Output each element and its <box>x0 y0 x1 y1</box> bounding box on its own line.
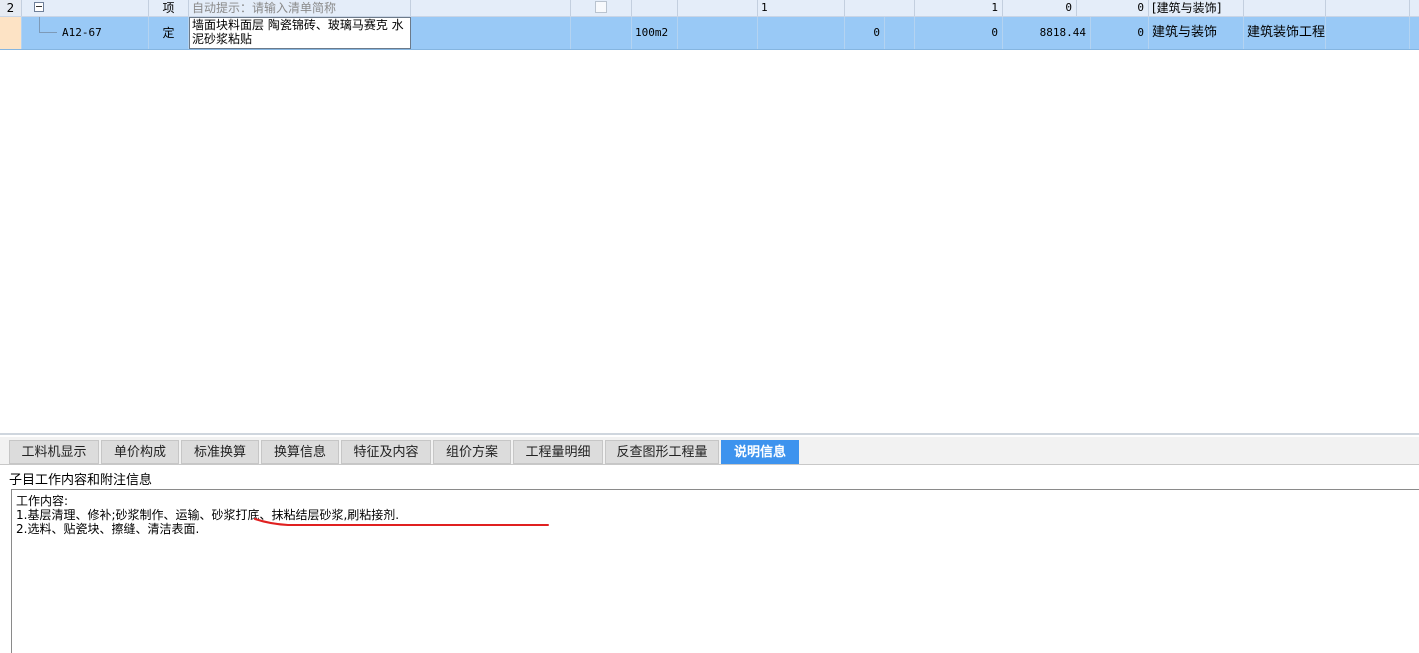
description-line: 1.基层清理、修补;砂浆制作、运输、砂浆打底、抹粘结层砂浆,刷粘接剂. <box>16 508 400 522</box>
expr-cell[interactable] <box>678 0 758 16</box>
tab-unit-price[interactable]: 单价构成 <box>101 440 179 464</box>
quantity-cell[interactable] <box>758 17 845 49</box>
quota-grid: 2 项 自动提示：请输入清单简称 1 1 0 0 [建筑与装饰] A12-67 … <box>0 0 1419 433</box>
tree-line <box>39 32 57 33</box>
total-cell[interactable]: 0 <box>1077 0 1149 16</box>
row-number: 2 <box>0 0 22 16</box>
extra-cell[interactable] <box>1326 17 1410 49</box>
row-number <box>0 17 22 49</box>
red-underline-annotation <box>254 518 549 526</box>
checkbox[interactable] <box>595 1 607 13</box>
table-row-selected[interactable]: A12-67 定 墙面块料面层 陶瓷锦砖、玻璃马赛克 水泥砂浆粘贴 100m2 … <box>0 17 1419 50</box>
type-cell[interactable]: 定 <box>149 17 189 49</box>
unit-cell[interactable]: 100m2 <box>632 17 678 49</box>
tab-standard-conversion[interactable]: 标准换算 <box>181 440 259 464</box>
tab-reverse-lookup[interactable]: 反查图形工程量 <box>605 440 719 464</box>
tab-conversion-info[interactable]: 换算信息 <box>261 440 339 464</box>
description-line: 2.选料、贴瓷块、擦缝、清洁表面. <box>16 522 200 536</box>
feature-cell[interactable] <box>411 17 571 49</box>
name-hint-cell[interactable]: 自动提示：请输入清单简称 <box>189 0 411 16</box>
price-cell[interactable]: 0 <box>845 17 885 49</box>
price-cell[interactable] <box>845 0 915 16</box>
sum-cell[interactable]: 1 <box>915 0 1003 16</box>
extra-cell-2 <box>1410 0 1419 16</box>
tab-features[interactable]: 特征及内容 <box>341 440 431 464</box>
splitter[interactable] <box>0 433 1419 435</box>
type-cell[interactable]: 项 <box>149 0 189 16</box>
amount-cell[interactable]: 8818.44 <box>1003 17 1091 49</box>
check-cell[interactable] <box>571 17 632 49</box>
description-textbox[interactable]: 工作内容: 1.基层清理、修补;砂浆制作、运输、砂浆打底、抹粘结层砂浆,刷粘接剂… <box>11 489 1419 653</box>
bottom-tabbar: 工料机显示 单价构成 标准换算 换算信息 特征及内容 组价方案 工程量明细 反查… <box>0 437 1419 465</box>
tab-labor-material[interactable]: 工料机显示 <box>9 440 99 464</box>
collapse-icon[interactable] <box>34 2 44 12</box>
extra-cell[interactable] <box>1326 0 1410 16</box>
quantity-cell[interactable]: 1 <box>758 0 845 16</box>
sum-cell[interactable]: 0 <box>915 17 1003 49</box>
tab-pricing-plan[interactable]: 组价方案 <box>433 440 511 464</box>
feature-cell[interactable] <box>411 0 571 16</box>
table-row[interactable]: 2 项 自动提示：请输入清单简称 1 1 0 0 [建筑与装饰] <box>0 0 1419 17</box>
expr-cell[interactable] <box>678 17 758 49</box>
amount-cell[interactable]: 0 <box>1003 0 1077 16</box>
extra-cell-2 <box>1410 17 1419 49</box>
code-cell[interactable]: A12-67 <box>22 17 149 49</box>
description-line: 工作内容: <box>16 494 69 508</box>
tree-line <box>39 17 40 33</box>
spacer-cell <box>885 17 915 49</box>
project-cell[interactable]: 建筑装饰工程 <box>1244 17 1326 49</box>
total-cell[interactable]: 0 <box>1091 17 1149 49</box>
project-cell[interactable] <box>1244 0 1326 16</box>
name-edit-field[interactable]: 墙面块料面层 陶瓷锦砖、玻璃马赛克 水泥砂浆粘贴 <box>189 17 411 49</box>
tab-quantity-detail[interactable]: 工程量明细 <box>513 440 603 464</box>
tab-description[interactable]: 说明信息 <box>721 440 799 464</box>
unit-cell[interactable] <box>632 0 678 16</box>
section-title: 子目工作内容和附注信息 <box>9 473 153 488</box>
specialty-cell[interactable]: [建筑与装饰] <box>1149 0 1244 16</box>
specialty-cell[interactable]: 建筑与装饰 <box>1149 17 1244 49</box>
